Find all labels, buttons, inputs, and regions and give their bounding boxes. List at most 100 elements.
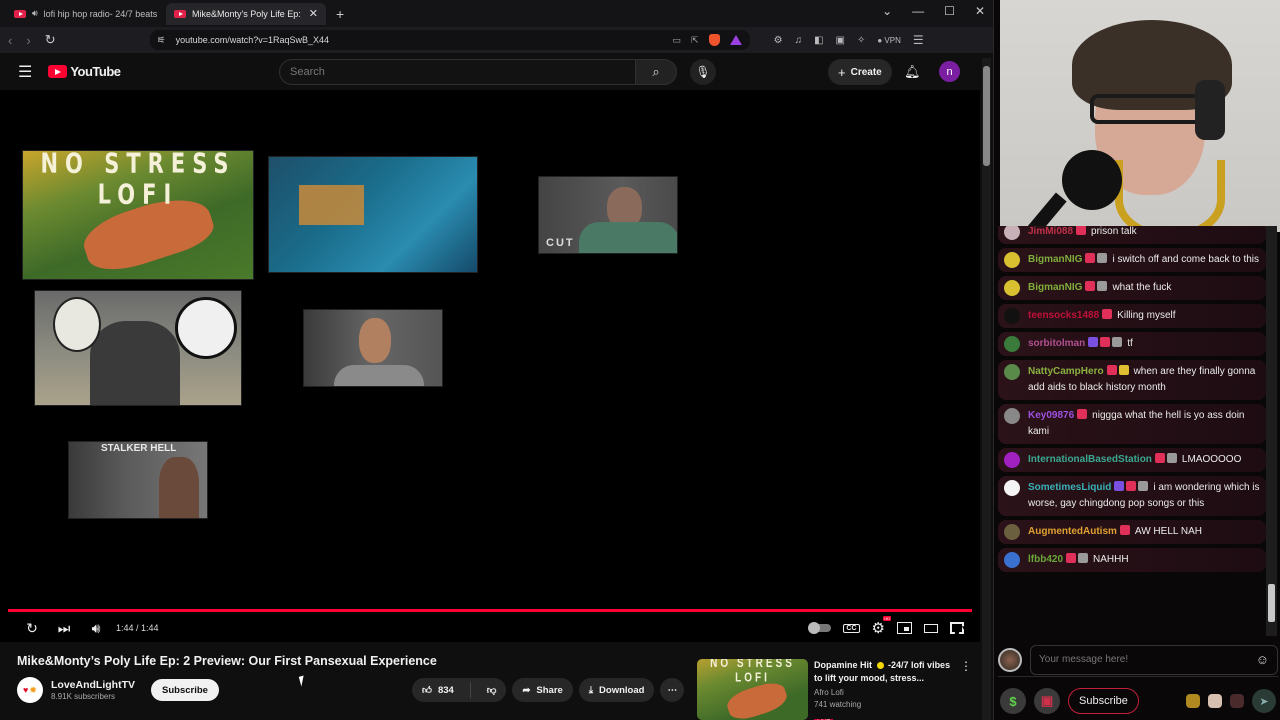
recommended-thumbnail[interactable]: NO STRESS LOFI xyxy=(697,659,808,720)
guide-menu-icon[interactable]: ☰ xyxy=(18,62,32,82)
recommended-video[interactable]: NO STRESS LOFI Dopamine Hit -24/7 lofi v… xyxy=(697,659,972,720)
kebab-menu-icon[interactable]: ⋮ xyxy=(960,659,972,720)
volume-icon[interactable]: 🔊︎ xyxy=(80,620,112,637)
chat-user-avatar[interactable] xyxy=(1004,552,1020,568)
bookmark-icon[interactable]: ⌑ xyxy=(158,35,163,46)
chat-username[interactable]: AugmentedAutism xyxy=(1028,526,1117,537)
like-button[interactable]: 👍︎ 834 xyxy=(412,678,464,702)
captions-icon[interactable]: CC xyxy=(843,623,860,633)
chat-username[interactable]: BigmanNIG xyxy=(1028,282,1082,293)
chat-message: BigmanNIG i switch off and come back to t… xyxy=(998,248,1266,272)
theater-mode-icon[interactable] xyxy=(924,623,938,633)
media-icon[interactable]: ♫ xyxy=(795,35,803,46)
channel-avatar[interactable]: ♥ ✹ xyxy=(17,677,43,703)
account-avatar[interactable]: n xyxy=(939,61,960,82)
chat-user-avatar[interactable] xyxy=(1004,524,1020,540)
chat-subscribe-button[interactable]: Subscribe xyxy=(1068,688,1139,714)
tab-lofi[interactable]: 🔊︎ lofi hip hop radio- 24/7 beats to xyxy=(6,3,166,25)
dislike-button[interactable]: 👎︎ xyxy=(477,678,507,702)
chat-scrollbar-thumb[interactable] xyxy=(1268,584,1275,622)
vpn-button[interactable]: ● VPN xyxy=(877,36,901,45)
emote-face-icon[interactable] xyxy=(1208,694,1222,708)
new-tab-button[interactable]: + xyxy=(326,6,354,22)
youtube-logo[interactable]: YouTube xyxy=(48,64,121,79)
user-avatar[interactable] xyxy=(998,647,1022,672)
more-actions-button[interactable]: ⋯ xyxy=(660,678,685,702)
emoji-icon[interactable]: ☺ xyxy=(1256,652,1269,667)
brave-rewards-icon[interactable] xyxy=(729,35,742,45)
wallet-icon[interactable]: ▣ xyxy=(836,35,845,46)
search-input[interactable] xyxy=(279,59,635,85)
chat-user-avatar[interactable] xyxy=(1004,308,1020,324)
next-icon[interactable]: ⏭︎ xyxy=(48,620,80,637)
send-icon[interactable]: ➤ xyxy=(1252,689,1276,713)
tab-active-video[interactable]: Mike&Monty's Poly Life Ep: 2 P ✕ xyxy=(166,2,326,25)
sidebar-icon[interactable]: ◧ xyxy=(814,35,823,46)
back-button[interactable]: ‹ xyxy=(8,33,12,48)
minimize-button[interactable]: — xyxy=(912,4,924,18)
url-field[interactable]: ⌑ ⚟ youtube.com/watch?v=1RaqSwB_X44 ▭ ⇱ xyxy=(149,30,750,50)
search-button[interactable]: ⌕ xyxy=(635,59,677,85)
audio-playing-icon[interactable]: 🔊︎ xyxy=(32,8,38,19)
gift-icon[interactable]: ▣ xyxy=(1034,688,1060,714)
download-icon: ⤓ xyxy=(588,684,594,696)
chat-username[interactable]: SometimesLiquid xyxy=(1028,482,1111,493)
maximize-button[interactable]: ☐ xyxy=(944,4,955,18)
recommended-channel[interactable]: Afro Lofi xyxy=(814,687,954,699)
emote-trophy-icon[interactable] xyxy=(1186,694,1200,708)
subscribe-button[interactable]: Subscribe xyxy=(151,679,219,701)
chat-user-avatar[interactable] xyxy=(1004,408,1020,424)
brave-shields-icon[interactable] xyxy=(708,34,720,46)
progress-bar[interactable] xyxy=(8,609,972,612)
chat-message-input[interactable] xyxy=(1039,654,1256,665)
chat-user-avatar[interactable] xyxy=(1004,480,1020,496)
chat-username[interactable]: JimMi088 xyxy=(1028,226,1073,237)
share-button[interactable]: ➦ Share xyxy=(512,678,573,702)
fullscreen-icon[interactable] xyxy=(950,622,964,634)
chat-username[interactable]: teensocks1488 xyxy=(1028,310,1099,321)
chat-username[interactable]: InternationalBasedStation xyxy=(1028,454,1152,465)
chat-user-avatar[interactable] xyxy=(1004,252,1020,268)
url-text[interactable]: youtube.com/watch?v=1RaqSwB_X44 xyxy=(176,35,329,45)
voice-search-button[interactable]: 🎙︎ xyxy=(690,59,716,85)
leo-ai-icon[interactable]: ✧ xyxy=(857,35,865,46)
forward-button[interactable]: › xyxy=(26,33,30,48)
tab-search-icon[interactable]: ⌄ xyxy=(882,4,892,18)
page-scrollbar[interactable] xyxy=(982,58,991,720)
recommended-title[interactable]: Dopamine Hit -24/7 lofi vibes to lift yo… xyxy=(814,659,954,685)
vpn-label: VPN xyxy=(884,35,901,45)
share-page-icon[interactable]: ⇱ xyxy=(691,35,699,46)
chat-user-avatar[interactable] xyxy=(1004,452,1020,468)
close-window-button[interactable]: ✕ xyxy=(975,4,985,18)
chat-user-avatar[interactable] xyxy=(1004,364,1020,380)
chat-username[interactable]: Key09876 xyxy=(1028,410,1074,421)
chat-username[interactable]: BigmanNIG xyxy=(1028,254,1082,265)
tip-button[interactable]: $ xyxy=(1000,688,1026,714)
miniplayer-icon[interactable] xyxy=(897,622,912,634)
cast-icon[interactable]: ▭ xyxy=(673,35,682,46)
page-scrollbar-thumb[interactable] xyxy=(983,66,990,166)
emote-streamer-icon[interactable] xyxy=(1230,694,1244,708)
channel-name[interactable]: LoveAndLightTV xyxy=(51,679,135,691)
chat-user-avatar[interactable] xyxy=(1004,226,1020,240)
video-player[interactable]: NO STRESS LOFI CUT STALKER HELL ↻ ⏭︎ 🔊︎ … xyxy=(0,90,980,642)
extensions-icon[interactable]: ⚙︎ xyxy=(774,35,783,46)
chat-user-avatar[interactable] xyxy=(1004,336,1020,352)
chat-username[interactable]: lfbb420 xyxy=(1028,554,1063,565)
autoplay-toggle[interactable] xyxy=(808,622,832,634)
video-frame-stalker-thumbnail: STALKER HELL xyxy=(68,441,208,519)
download-button[interactable]: ⤓ Download xyxy=(578,678,655,702)
reload-icon[interactable]: ↻ xyxy=(45,32,56,48)
close-tab-icon[interactable]: ✕ xyxy=(309,7,318,20)
notifications-bell-icon[interactable]: 🔔︎ xyxy=(904,64,921,80)
chat-username[interactable]: sorbitolman xyxy=(1028,338,1085,349)
chat-username[interactable]: NattyCampHero xyxy=(1028,366,1104,377)
create-button[interactable]: + Create xyxy=(828,59,892,85)
replay-icon[interactable]: ↻ xyxy=(16,620,48,637)
menu-icon[interactable]: ☰ xyxy=(913,33,924,47)
chat-scrollbar[interactable] xyxy=(1266,226,1277,636)
settings-button[interactable]: ⚙ HD xyxy=(872,616,891,637)
thumbnail-text: NO STRESS LOFI xyxy=(710,659,795,686)
chat-user-avatar[interactable] xyxy=(1004,280,1020,296)
chat-badge-red-icon xyxy=(1100,337,1111,348)
